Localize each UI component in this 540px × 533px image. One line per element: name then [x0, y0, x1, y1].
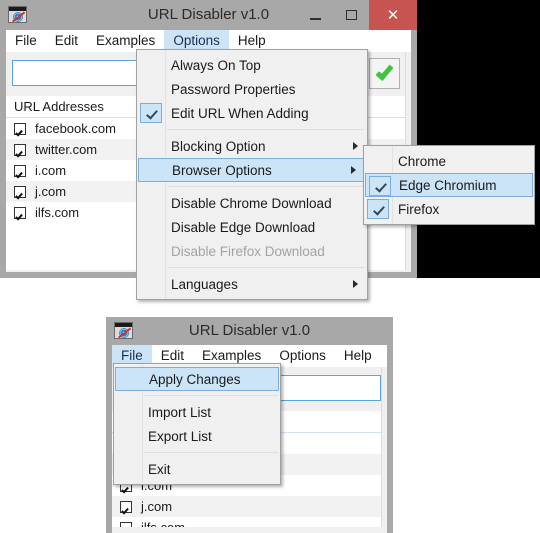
green-check-icon [375, 62, 394, 81]
menu-item-password-properties[interactable]: Password Properties [137, 77, 367, 101]
menu-item-export-list[interactable]: Export List [114, 424, 280, 448]
menu-separator [167, 129, 365, 130]
menu-help-bottom[interactable]: Help [335, 345, 381, 367]
window-right-border-bottom [387, 345, 393, 533]
menu-item-label: Blocking Option [171, 138, 266, 154]
menu-item-browser-options[interactable]: Browser Options [138, 158, 366, 182]
file-dropdown-menu[interactable]: Apply Changes Import List Export List Ex… [113, 363, 281, 485]
menu-item-import-list[interactable]: Import List [114, 400, 280, 424]
options-dropdown-menu[interactable]: Always On Top Password Properties Edit U… [136, 49, 368, 300]
menu-item-label: Exit [148, 461, 171, 477]
row-checkbox[interactable] [14, 206, 26, 219]
menu-item-label: Browser Options [172, 162, 272, 178]
menu-item-label: Always On Top [171, 57, 261, 73]
list-header-label: URL Addresses [14, 99, 104, 114]
row-checkbox[interactable] [14, 164, 26, 177]
window-left-border-bottom [106, 345, 112, 533]
titlebar-bottom[interactable]: URL Disabler v1.0 [106, 317, 393, 345]
menu-item-label: Export List [148, 428, 212, 444]
screenshot-root: URL Disabler v1.0 ✕ File Edit Examples O… [0, 0, 540, 533]
maximize-button-top[interactable] [333, 0, 369, 30]
row-checkbox[interactable] [120, 500, 132, 513]
menu-item-label: Password Properties [171, 81, 296, 97]
menu-item-chrome[interactable]: Chrome [364, 149, 534, 173]
menu-item-disable-firefox-download: Disable Firefox Download [137, 239, 367, 263]
row-label: j.com [141, 499, 173, 514]
menu-item-label: Disable Firefox Download [171, 243, 325, 259]
menu-item-label: Import List [148, 404, 212, 420]
row-label: facebook.com [35, 121, 116, 136]
window-title-bottom: URL Disabler v1.0 [188, 322, 311, 339]
menu-item-exit[interactable]: Exit [114, 457, 280, 481]
desktop-backdrop [417, 0, 540, 278]
minimize-button-top[interactable] [297, 0, 333, 30]
row-label: twitter.com [35, 142, 98, 157]
menu-item-edge-chromium[interactable]: Edge Chromium [365, 173, 533, 197]
menu-item-label: Disable Edge Download [171, 219, 316, 235]
row-label: j.com [35, 184, 67, 199]
chevron-right-icon [353, 280, 358, 288]
checkmark-icon [367, 199, 389, 219]
row-label: ilfs.com [35, 205, 80, 220]
row-label: ilfs.com [141, 520, 185, 527]
menu-separator [144, 452, 278, 453]
row-label: i.com [35, 163, 67, 178]
window-controls-top: ✕ [297, 0, 417, 30]
menu-item-label: Disable Chrome Download [171, 195, 332, 211]
row-checkbox[interactable] [14, 143, 26, 156]
menu-item-label: Chrome [398, 153, 447, 169]
menu-separator [144, 395, 278, 396]
chevron-right-icon [351, 166, 356, 174]
browser-options-submenu[interactable]: Chrome Edge Chromium Firefox [363, 145, 535, 225]
checkmark-icon [140, 103, 162, 123]
menu-item-label: Edit URL When Adding [171, 105, 309, 121]
row-checkbox[interactable] [120, 521, 132, 527]
menu-separator [167, 186, 365, 187]
menu-item-label: Languages [171, 276, 238, 292]
window-left-border-top [0, 30, 6, 278]
table-row[interactable]: j.com [112, 496, 381, 517]
menu-item-label: Firefox [398, 201, 440, 217]
table-row[interactable]: ilfs.com [112, 517, 381, 527]
close-button-top[interactable]: ✕ [369, 0, 417, 30]
chevron-right-icon [353, 142, 358, 150]
apply-changes-button-top[interactable] [369, 58, 400, 89]
row-checkbox[interactable] [14, 185, 26, 198]
row-checkbox[interactable] [14, 122, 26, 135]
menu-item-languages[interactable]: Languages [137, 272, 367, 296]
menu-item-disable-chrome-download[interactable]: Disable Chrome Download [137, 191, 367, 215]
menu-item-firefox[interactable]: Firefox [364, 197, 534, 221]
menu-edit-top[interactable]: Edit [46, 30, 87, 52]
menu-item-edit-url-when-adding[interactable]: Edit URL When Adding [137, 101, 367, 125]
menu-item-blocking-option[interactable]: Blocking Option [137, 134, 367, 158]
checkmark-icon [369, 176, 391, 196]
menu-separator [167, 267, 365, 268]
menu-item-apply-changes[interactable]: Apply Changes [115, 367, 279, 391]
menu-item-disable-edge-download[interactable]: Disable Edge Download [137, 215, 367, 239]
menu-item-label: Edge Chromium [399, 177, 497, 193]
menu-item-always-on-top[interactable]: Always On Top [137, 53, 367, 77]
menu-item-label: Apply Changes [149, 371, 241, 387]
titlebar-top[interactable]: URL Disabler v1.0 ✕ [0, 0, 417, 30]
menu-file-top[interactable]: File [6, 30, 46, 52]
